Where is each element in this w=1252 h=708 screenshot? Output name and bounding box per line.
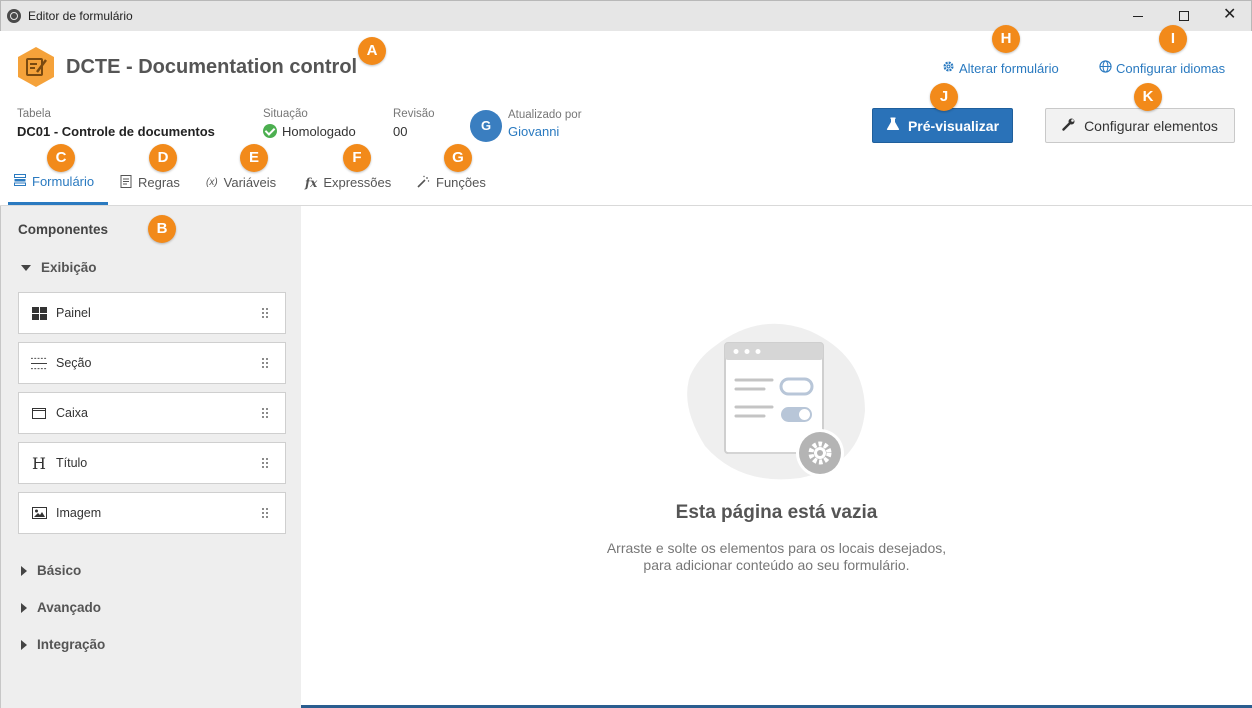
tab-variables-label: Variáveis (223, 175, 277, 190)
title-icon: H (32, 453, 46, 473)
configure-languages-label: Configurar idiomas (1116, 60, 1226, 76)
configure-elements-label: Configurar elementos (1084, 117, 1218, 134)
updated-by-user-link[interactable]: Giovanni (508, 124, 559, 139)
section-advanced-header[interactable]: Avançado (21, 600, 101, 615)
table-value: DC01 - Controle de documentos (17, 124, 215, 139)
caret-right-icon (21, 565, 27, 576)
component-section-label: Seção (56, 356, 92, 370)
callout-badge-b: B (148, 215, 176, 243)
callout-badge-i: I (1159, 25, 1187, 53)
preview-button[interactable]: Pré-visualizar (872, 108, 1013, 143)
alter-form-link[interactable]: Alterar formulário (942, 60, 1059, 76)
component-title-label: Título (56, 456, 88, 470)
alter-form-label: Alterar formulário (959, 60, 1059, 76)
drag-handle-icon[interactable] (261, 357, 269, 369)
flask-icon (886, 117, 900, 134)
minimize-icon (1133, 16, 1143, 17)
status-value: Homologado (282, 124, 356, 139)
wrench-icon (1062, 117, 1076, 134)
empty-state-description: Arraste e solte os elementos para os loc… (301, 540, 1252, 574)
caret-down-icon (21, 264, 31, 271)
status-check-icon (263, 124, 277, 138)
caret-right-icon (21, 639, 27, 650)
close-icon: ✕ (1223, 6, 1237, 23)
callout-badge-d: D (149, 144, 177, 172)
component-section[interactable]: Seção (18, 342, 286, 384)
component-image[interactable]: Imagem (18, 492, 286, 534)
gear-icon (942, 60, 955, 76)
configure-languages-link[interactable]: Configurar idiomas (1099, 60, 1225, 76)
revision-value: 00 (393, 124, 408, 139)
magic-wand-icon (417, 175, 430, 191)
component-panel-label: Painel (56, 306, 91, 320)
tab-bar: Formulário Regras (x) Variáveis fx Expre… (0, 160, 1252, 206)
component-title[interactable]: H Título (18, 442, 286, 484)
callout-badge-k: K (1134, 83, 1162, 111)
drag-handle-icon[interactable] (261, 507, 269, 519)
tab-expressions-label: Expressões (323, 175, 392, 190)
callout-badge-j: J (930, 83, 958, 111)
component-box[interactable]: Caixa (18, 392, 286, 434)
tab-rules-label: Regras (138, 175, 180, 190)
section-basic-label: Básico (37, 563, 82, 578)
configure-elements-button[interactable]: Configurar elementos (1045, 108, 1235, 143)
variables-icon: (x) (206, 177, 218, 188)
maximize-icon (1179, 11, 1189, 21)
section-icon (31, 357, 47, 370)
empty-page-illustration (680, 316, 870, 486)
callout-badge-e: E (240, 144, 268, 172)
section-basic-header[interactable]: Básico (21, 563, 81, 578)
drag-handle-icon[interactable] (261, 457, 269, 469)
close-button[interactable]: ✕ (1207, 1, 1252, 32)
components-title: Componentes (18, 222, 109, 237)
app-title: DCTE - Documentation control (66, 56, 358, 78)
expressions-icon: fx (305, 175, 318, 190)
tab-functions-label: Funções (436, 175, 486, 190)
callout-badge-h: H (992, 25, 1020, 53)
avatar: G (470, 110, 502, 142)
section-advanced-label: Avançado (37, 600, 102, 615)
panel-icon (31, 306, 47, 320)
image-icon (31, 507, 47, 519)
empty-state-title: Esta página está vazia (675, 502, 878, 523)
tab-variables[interactable]: (x) Variáveis (200, 160, 282, 205)
section-display-header[interactable]: Exibição (21, 260, 97, 275)
app-globe-icon (7, 9, 21, 23)
empty-state-line-2: para adicionar conteúdo ao seu formulári… (643, 557, 910, 573)
rules-icon (120, 174, 132, 191)
preview-label: Pré-visualizar (907, 117, 1000, 134)
callout-badge-f: F (343, 144, 371, 172)
drag-handle-icon[interactable] (261, 407, 269, 419)
empty-state-line-1: Arraste e solte os elementos para os loc… (606, 540, 947, 556)
callout-badge-c: C (47, 144, 75, 172)
caret-right-icon (21, 602, 27, 613)
window-title: Editor de formulário (28, 9, 133, 23)
callout-badge-g: G (444, 144, 472, 172)
section-integration-header[interactable]: Integração (21, 637, 105, 652)
components-sidebar: Componentes Exibição Painel Seção Caixa … (0, 206, 301, 708)
section-integration-label: Integração (37, 637, 106, 652)
component-image-label: Imagem (56, 506, 102, 520)
globe-icon (1099, 60, 1112, 76)
updated-by-label: Atualizado por (508, 109, 582, 121)
status-label: Situação (263, 108, 308, 120)
table-label: Tabela (17, 108, 51, 120)
minimize-button[interactable] (1115, 1, 1161, 32)
tab-rules[interactable]: Regras (114, 160, 186, 205)
window-titlebar: Editor de formulário ✕ (0, 0, 1252, 31)
component-panel[interactable]: Painel (18, 292, 286, 334)
form-icon (14, 173, 26, 189)
callout-badge-a: A (358, 37, 386, 65)
revision-label: Revisão (393, 108, 435, 120)
box-icon (31, 407, 47, 419)
drag-handle-icon[interactable] (261, 307, 269, 319)
app-logo-icon (17, 46, 55, 88)
tab-form-label: Formulário (32, 173, 95, 189)
component-box-label: Caixa (56, 406, 88, 420)
section-display-label: Exibição (41, 260, 97, 275)
